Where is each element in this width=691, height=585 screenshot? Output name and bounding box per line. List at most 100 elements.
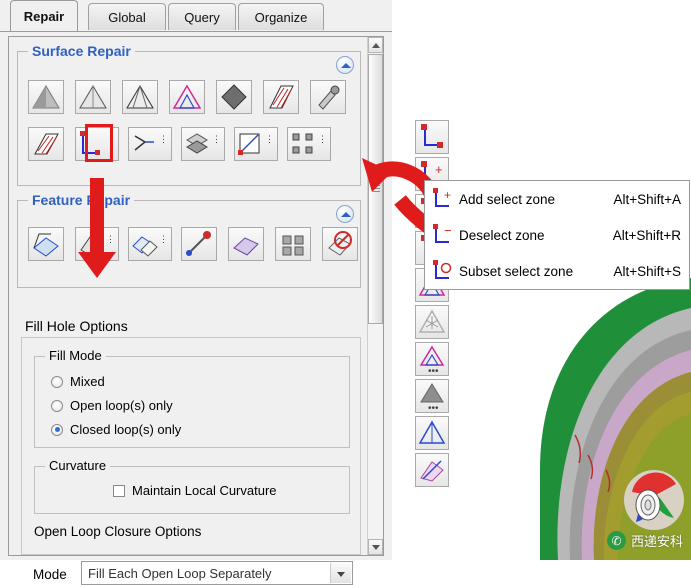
feature-repair-group: Feature Repair ⋮ ⋮ <box>17 192 361 288</box>
maintain-local-curvature-label: Maintain Local Curvature <box>132 483 277 498</box>
maintain-local-curvature-box <box>113 484 125 497</box>
tab-global-label: Global <box>108 9 146 25</box>
selection-toolbar: + − ••• <box>415 120 451 490</box>
shade-surfaces-icon-button[interactable] <box>28 80 64 114</box>
maintain-local-curvature-checkbox[interactable]: Maintain Local Curvature <box>113 483 277 498</box>
feature-delete-icon <box>328 231 352 256</box>
subset-select-zone-icon <box>425 258 459 284</box>
svg-text:+: + <box>444 188 451 202</box>
diamond-patch-icon <box>221 84 247 110</box>
layered-surface-more-dots-icon[interactable]: ⋮ <box>212 135 221 144</box>
tab-organize[interactable]: Organize <box>238 3 324 30</box>
open-loop-mode-dropdown-button[interactable] <box>330 563 351 583</box>
triangle-pink-dots-icon: ••• <box>419 345 445 377</box>
feature-plane-icon-button[interactable] <box>228 227 264 261</box>
scroll-up-arrow-icon <box>372 43 380 48</box>
menu-item-add-select-zone[interactable]: + Add select zone Alt+Shift+A <box>425 181 689 217</box>
triangle-star-icon <box>418 309 446 333</box>
menu-item-add-select-zone-label: Add select zone <box>459 191 556 207</box>
feature-repair-collapse-button[interactable] <box>336 205 354 223</box>
surface-repair-collapse-button[interactable] <box>336 56 354 74</box>
shade-surfaces-icon <box>32 85 60 109</box>
edge-split-icon-button[interactable]: ⋮ <box>128 127 172 161</box>
selection-context-menu[interactable]: + Add select zone Alt+Shift+A − Deselect… <box>424 180 690 290</box>
chevron-up-circle-icon <box>341 63 351 68</box>
triangle-outline-icon <box>418 420 446 444</box>
scroll-thumb[interactable] <box>368 54 383 324</box>
feature-fold-icon <box>33 233 59 257</box>
vtool-triangle-gray-dots-button[interactable]: ••• <box>415 379 449 414</box>
menu-item-subset-select-zone-accel: Alt+Shift+S <box>613 263 681 279</box>
vtool-triangle-star-button[interactable] <box>415 305 449 339</box>
feature-fold-icon-button[interactable] <box>28 227 64 261</box>
menu-item-subset-select-zone[interactable]: Subset select zone Alt+Shift+S <box>425 253 689 289</box>
deselect-zone-icon: − <box>425 222 459 248</box>
diamond-patch-icon-button[interactable] <box>216 80 252 114</box>
feature-pair-more-dots-icon[interactable]: ⋮ <box>159 235 168 244</box>
layered-surface-icon <box>186 133 208 154</box>
radio-mixed-label: Mixed <box>70 374 105 389</box>
project-surface-more-dots-icon[interactable]: ⋮ <box>265 135 274 144</box>
scroll-thumb-grip-icon <box>373 185 380 186</box>
menu-item-subset-select-zone-label: Subset select zone <box>459 263 574 279</box>
open-loop-closure-title: Open Loop Closure Options <box>34 524 202 539</box>
hatched-surface-icon <box>34 133 59 155</box>
tab-global[interactable]: Global <box>88 3 166 30</box>
feature-repair-title: Feature Repair <box>28 192 135 208</box>
vtool-triangle-outline-button[interactable] <box>415 416 449 450</box>
edge-split-more-dots-icon[interactable]: ⋮ <box>159 135 168 144</box>
tab-underline <box>0 31 392 32</box>
chevron-down-icon <box>337 572 345 577</box>
open-loop-mode-dropdown[interactable]: Fill Each Open Loop Separately <box>81 561 353 585</box>
feature-grid-icon <box>282 235 304 256</box>
feature-pair-icon-button[interactable]: ⋮ <box>128 227 172 261</box>
add-select-zone-icon: + <box>425 186 459 212</box>
vtool-arrow-patch-button[interactable] <box>415 453 449 487</box>
scroll-down-arrow-icon <box>372 545 380 550</box>
radio-closed-loops-only[interactable]: Closed loop(s) only <box>51 422 181 437</box>
tab-query[interactable]: Query <box>168 3 236 30</box>
scroll-up-button[interactable] <box>368 37 383 53</box>
open-loop-mode-value: Fill Each Open Loop Separately <box>88 565 272 581</box>
feature-extract-more-dots-icon[interactable]: ⋮ <box>106 235 115 244</box>
select-zone-icon <box>421 124 443 148</box>
layered-surface-icon-button[interactable]: ⋮ <box>181 127 225 161</box>
radio-mixed[interactable]: Mixed <box>51 374 105 389</box>
menu-item-deselect-zone[interactable]: − Deselect zone Alt+Shift+R <box>425 217 689 253</box>
repair-tools-icon-button[interactable] <box>310 80 346 114</box>
menu-item-add-select-zone-accel: Alt+Shift+A <box>613 191 681 207</box>
tab-organize-label: Organize <box>254 9 308 25</box>
hatched-surface-icon-button[interactable] <box>28 127 64 161</box>
repair-scroll-pane: Surface Repair ⋮ ⋮ ⋮ ⋮ ⋮ Feature Repair … <box>8 36 384 585</box>
feature-point-icon-button[interactable] <box>181 227 217 261</box>
triangle-mesh-icon <box>172 84 202 109</box>
project-surface-icon-button[interactable]: ⋮ <box>234 127 278 161</box>
tab-repair[interactable]: Repair <box>10 0 78 31</box>
feature-point-icon <box>186 231 211 256</box>
tab-bar: Repair Global Query Organize <box>0 0 392 32</box>
surface-repair-title: Surface Repair <box>28 43 135 59</box>
feature-extract-icon <box>80 233 103 257</box>
feature-extract-icon-button[interactable]: ⋮ <box>75 227 119 261</box>
feature-delete-icon-button[interactable] <box>322 227 358 261</box>
vtool-select-zone-button[interactable] <box>415 120 449 154</box>
tab-query-label: Query <box>184 9 220 25</box>
mode-label: Mode <box>33 567 67 582</box>
feature-grid-icon-button[interactable] <box>275 227 311 261</box>
wechat-logo-icon: ✆ <box>606 531 626 550</box>
vtool-triangle-pink-dots-button[interactable]: ••• <box>415 342 449 377</box>
radio-open-loops-only[interactable]: Open loop(s) only <box>51 398 173 413</box>
curvature-title: Curvature <box>45 458 111 473</box>
triangle-mesh-icon-button[interactable] <box>169 80 205 114</box>
surface-edges-icon-button[interactable] <box>122 80 158 114</box>
hatched-patch-icon-button[interactable] <box>263 80 299 114</box>
panel-scrollbar[interactable] <box>367 37 383 555</box>
hatched-patch-icon <box>269 85 294 109</box>
radio-closed-loops-indicator <box>51 423 63 436</box>
mesh-node-icon-button[interactable]: ⋮ <box>287 127 331 161</box>
scroll-down-button[interactable] <box>368 539 383 555</box>
surface-edges-icon <box>126 85 154 109</box>
mesh-node-more-dots-icon[interactable]: ⋮ <box>318 135 327 144</box>
fill-mode-group: Fill Mode Mixed Open loop(s) only Closed… <box>34 348 350 448</box>
single-surface-icon-button[interactable] <box>75 80 111 114</box>
